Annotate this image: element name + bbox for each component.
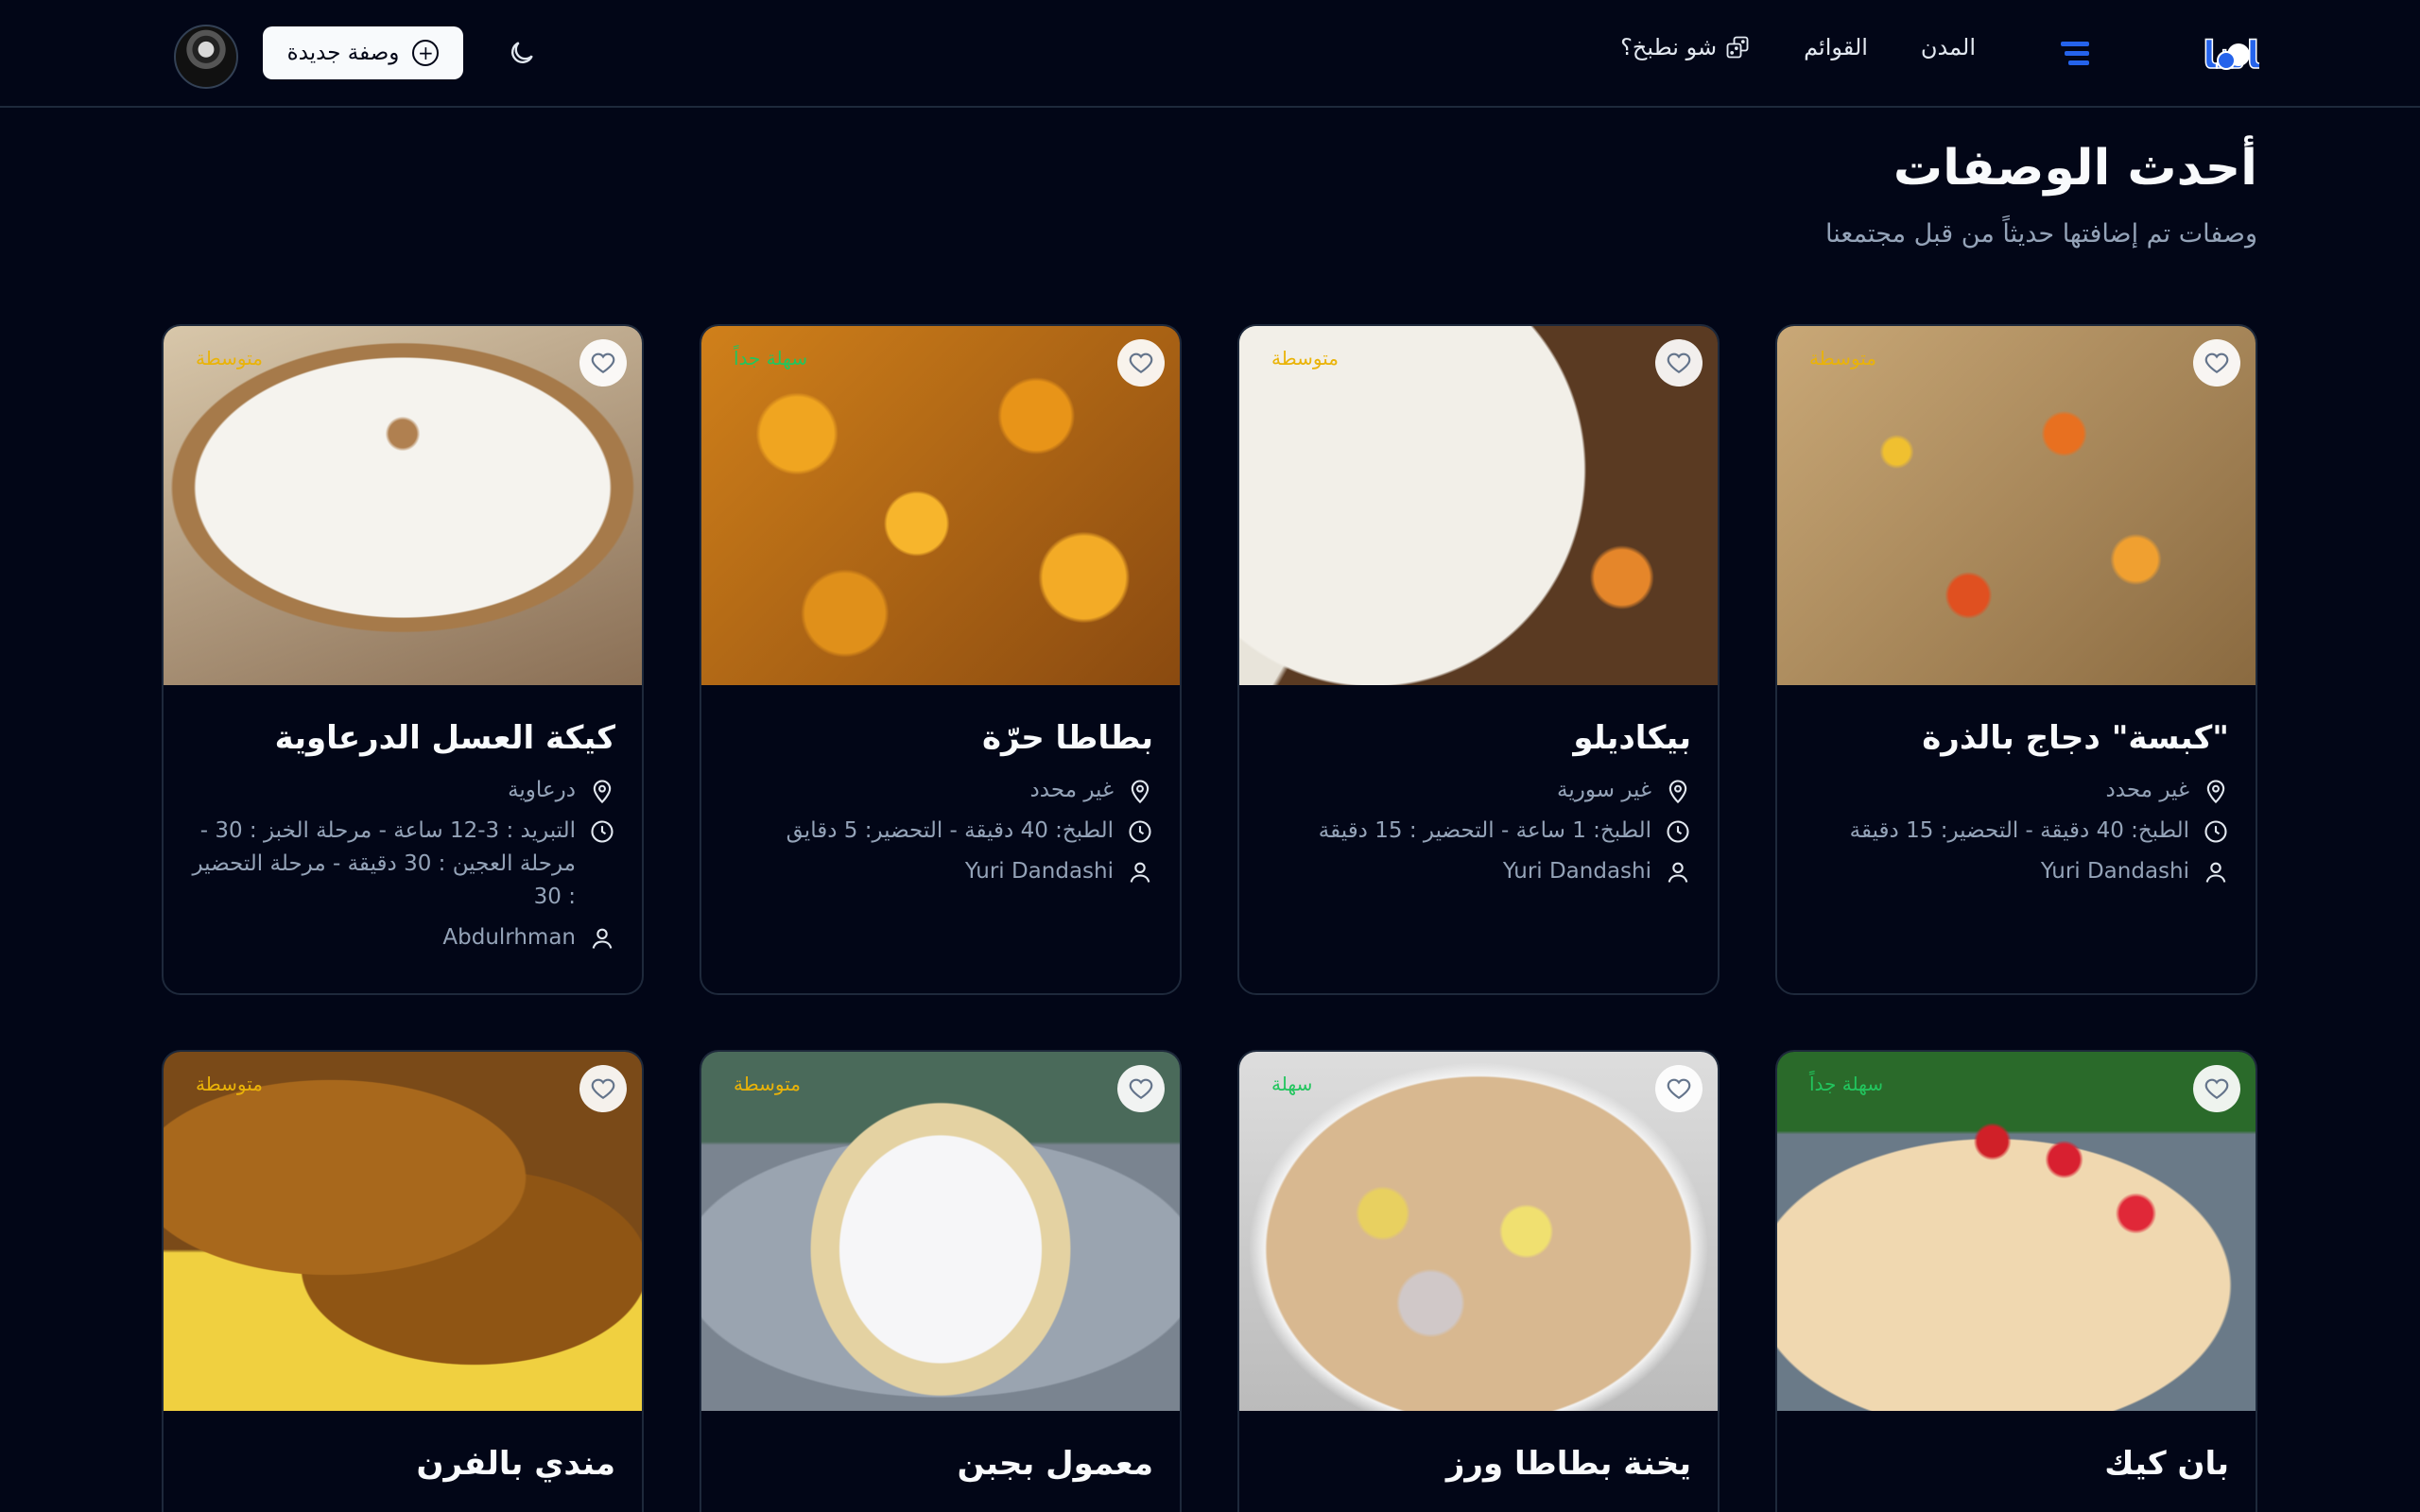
recipe-card[interactable]: متوسطة مندي بالفرن [162,1050,644,1512]
recipe-image: متوسطة [701,1052,1180,1411]
recipe-title: معمول بجبن [957,1445,1153,1483]
page-title: أحدث الوصفات [1893,140,2257,197]
recipe-author: Yuri Dandashi [1266,855,1691,888]
recipe-author: Yuri Dandashi [728,855,1153,888]
recipe-title: مندي بالفرن [416,1445,615,1483]
recipe-card[interactable]: سهلة جداً بان كيك [1775,1050,2257,1512]
recipe-time: التبريد : 3-12 ساعة - مرحلة الخبز : 30 -… [190,815,615,914]
difficulty-badge: متوسطة [734,1073,801,1095]
recipe-author: Yuri Dandashi [1804,855,2229,888]
recipe-card[interactable]: متوسطة بيكاديلو غير سورية الطبخ: 1 ساعة … [1237,324,1720,995]
favorite-button[interactable] [579,339,627,387]
recipe-image: سهلة جداً [701,326,1180,685]
favorite-button[interactable] [1117,1065,1165,1112]
theme-toggle-button[interactable] [507,38,537,68]
heart-icon [1667,352,1691,374]
difficulty-badge: متوسطة [196,1073,263,1095]
recipe-location: غير سورية [1266,774,1691,807]
favorite-button[interactable] [579,1065,627,1112]
new-recipe-button[interactable]: + وصفة جديدة [263,26,463,79]
difficulty-badge: متوسطة [1271,347,1339,369]
recipe-author: Abdulrhman [190,921,615,954]
difficulty-badge: متوسطة [196,347,263,369]
recipe-card[interactable]: متوسطة "كبسة" دجاج بالذرة غير محدد الطبخ… [1775,324,2257,995]
main-nav: المدن القوائم شو نطبخ؟ [1567,34,1976,60]
user-icon [1668,862,1688,883]
heart-icon [591,1078,615,1100]
recipe-title: كيكة العسل الدرعاوية [274,719,615,757]
nav-link-lists[interactable]: القوائم [1804,34,1868,60]
recipe-image: سهلة [1239,1052,1718,1411]
user-icon [592,928,613,949]
nav-link-what-to-cook[interactable]: شو نطبخ؟ [1620,34,1751,60]
page-subtitle: وصفات تم إضافتها حديثاً من قبل مجتمعنا [1825,219,2257,249]
recipe-time: الطبخ: 40 دقيقة - التحضير: 5 دقايق [728,815,1153,848]
recipe-image: سهلة جداً [1777,1052,2256,1411]
plus-circle-icon: + [412,40,440,66]
recipe-title: بان كيك [2104,1445,2229,1483]
map-pin-icon [2206,780,2225,804]
recipe-image: متوسطة [1239,326,1718,685]
user-avatar[interactable] [174,25,238,89]
recipe-location: غير محدد [1804,774,2229,807]
map-pin-icon [1668,780,1687,804]
favorite-button[interactable] [1117,339,1165,387]
difficulty-badge: متوسطة [1809,347,1876,369]
clock-icon [1667,820,1689,843]
recipe-card[interactable]: متوسطة كيكة العسل الدرعاوية درعاوية التب… [162,324,644,995]
recipe-image: متوسطة [164,326,642,685]
favorite-button[interactable] [2193,1065,2240,1112]
heart-icon [591,352,615,374]
clock-icon [2204,820,2227,843]
recipe-title: بيكاديلو [1573,719,1691,757]
recipe-time: الطبخ: 1 ساعة - التحضير : 15 دقيقة [1266,815,1691,848]
favorite-button[interactable] [2193,339,2240,387]
recipe-image: متوسطة [164,1052,642,1411]
heart-icon [1129,352,1153,374]
heart-icon [1667,1078,1691,1100]
dice-icon [1726,36,1749,59]
user-icon [1130,862,1150,883]
recipe-card[interactable]: سهلة يخنة بطاطا ورز [1237,1050,1720,1512]
moon-icon [511,42,533,63]
recipe-image: متوسطة [1777,326,2256,685]
difficulty-badge: سهلة جداً [1809,1073,1884,1095]
difficulty-badge: سهلة جداً [734,347,808,369]
recipe-title: بطاطا حرّة [981,719,1153,757]
clock-icon [591,820,614,843]
favorite-button[interactable] [1655,1065,1703,1112]
map-pin-icon [1131,780,1150,804]
heart-icon [2204,1078,2229,1100]
nav-link-cities[interactable]: المدن [1921,34,1976,60]
site-logo[interactable]: وصفاتنا [2061,26,2259,83]
recipe-time: الطبخ: 40 دقيقة - التحضير: 15 دقيقة [1804,815,2229,848]
recipe-card[interactable]: متوسطة معمول بجبن [700,1050,1182,1512]
favorite-button[interactable] [1655,339,1703,387]
recipe-title: يخنة بطاطا ورز [1445,1445,1691,1483]
heart-icon [2204,352,2229,374]
heart-icon [1129,1078,1153,1100]
difficulty-badge: سهلة [1271,1073,1313,1095]
recipe-title: "كبسة" دجاج بالذرة [1922,719,2229,757]
clock-icon [1129,820,1151,843]
recipe-location: درعاوية [190,774,615,807]
user-icon [2205,862,2226,883]
recipe-location: غير محدد [728,774,1153,807]
top-navbar: وصفاتنا المدن القوائم شو نطبخ؟ + وصفة جد… [0,0,2420,108]
map-pin-icon [593,780,612,804]
recipe-card[interactable]: سهلة جداً بطاطا حرّة غير محدد الطبخ: 40 … [700,324,1182,995]
